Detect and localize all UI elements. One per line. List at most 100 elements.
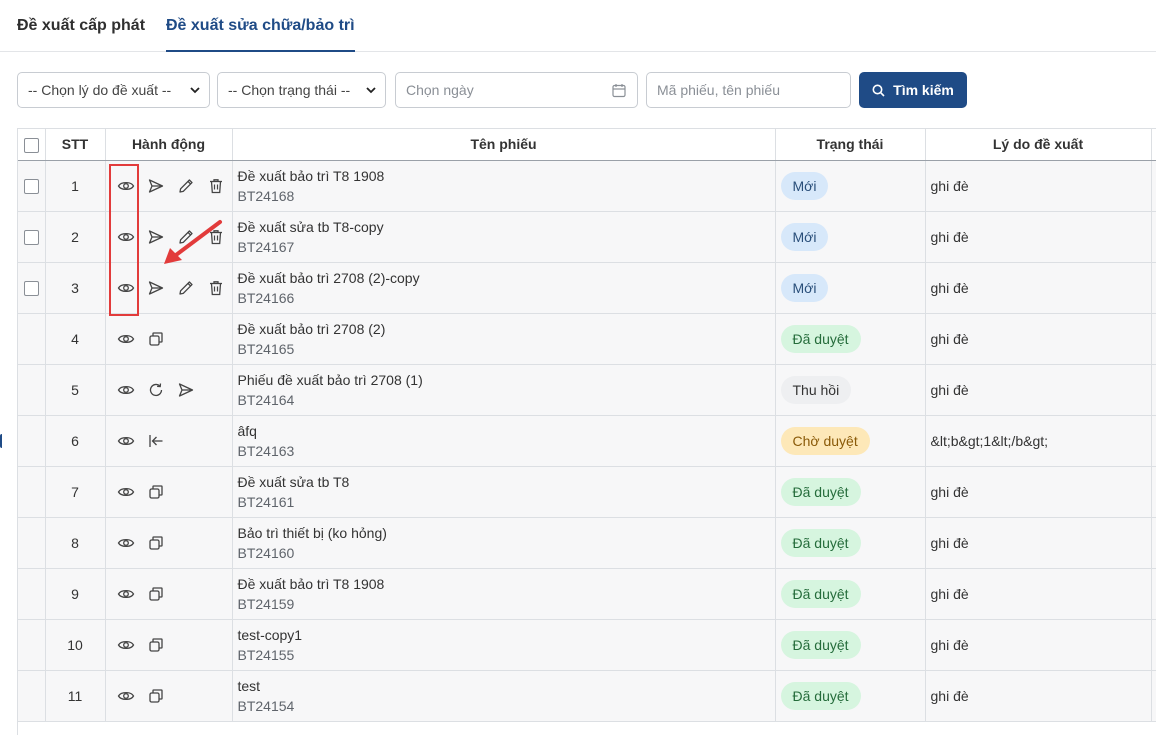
copy-icon[interactable] [147, 585, 165, 603]
header-extra [1151, 129, 1156, 161]
date-picker[interactable]: Chọn ngày [395, 72, 638, 108]
calendar-icon [612, 84, 626, 98]
table-row[interactable]: 1 Đề xuất bảo trì T8 1908 BT24168 Mới ghi đè [18, 160, 1156, 212]
status-badge: Chờ duyệt [780, 426, 870, 455]
select-all-header [18, 129, 46, 161]
eye-icon[interactable] [117, 228, 135, 246]
row-actions [105, 364, 233, 416]
eye-icon[interactable] [117, 636, 135, 654]
row-stt: 3 [45, 262, 106, 314]
table-row[interactable]: 10 test-copy1 BT24155 Đã duyệt ghi đè [18, 619, 1156, 671]
row-code: BT24166 [237, 289, 295, 306]
eye-icon[interactable] [117, 279, 135, 297]
search-button[interactable]: Tìm kiếm [859, 72, 967, 108]
row-name-cell[interactable]: Đề xuất bảo trì T8 1908 BT24159 [232, 568, 776, 620]
search-input[interactable]: Mã phiếu, tên phiếu [646, 72, 851, 108]
row-checkbox[interactable] [23, 280, 39, 296]
row-name: âfq [237, 422, 257, 439]
row-reason: &lt;b&gt;1&lt;/b&gt; [925, 415, 1152, 467]
row-name-cell[interactable]: Bảo trì thiết bị (ko hỏng) BT24160 [232, 517, 776, 569]
copy-icon[interactable] [147, 483, 165, 501]
row-checkbox-cell [18, 466, 46, 518]
edit-icon[interactable] [177, 177, 195, 195]
table-row[interactable]: 6 âfq BT24163 Chờ duyệt &lt;b&gt;1&lt;/b&gt; [18, 415, 1156, 467]
select-all-checkbox[interactable] [23, 137, 39, 153]
send-icon[interactable] [147, 228, 165, 246]
row-name: test [237, 677, 261, 694]
table-row[interactable]: 4 Đề xuất bảo trì 2708 (2) BT24165 Đã duyệt… [18, 313, 1156, 365]
row-name: Đề xuất bảo trì T8 1908 [237, 167, 385, 184]
row-checkbox-cell [18, 670, 46, 722]
eye-icon[interactable] [117, 330, 135, 348]
eye-icon[interactable] [117, 177, 135, 195]
row-name-cell[interactable]: Đề xuất sửa tb T8 BT24161 [232, 466, 776, 518]
table-row[interactable]: 5 Phiếu đề xuất bảo trì 2708 (1) BT24164 Th… [18, 364, 1156, 416]
row-code: BT24161 [237, 493, 295, 510]
copy-icon[interactable] [147, 687, 165, 705]
row-checkbox[interactable] [23, 178, 39, 194]
eye-icon[interactable] [117, 687, 135, 705]
row-name-cell[interactable]: Đề xuất bảo trì T8 1908 BT24168 [232, 160, 776, 212]
row-name-cell[interactable]: test-copy1 BT24155 [232, 619, 776, 671]
row-stt: 5 [45, 364, 106, 416]
table-row[interactable]: 2 Đề xuất sửa tb T8-copy BT24167 Mới ghi đè [18, 211, 1156, 263]
reason-select[interactable]: -- Chọn lý do đề xuất -- [17, 72, 210, 108]
table-row[interactable]: 7 Đề xuất sửa tb T8 BT24161 Đã duyệt ghi đè [18, 466, 1156, 518]
copy-icon[interactable] [147, 534, 165, 552]
row-reason: ghi đè [925, 670, 1152, 722]
row-status-cell: Đã duyệt [775, 568, 926, 620]
eye-icon[interactable] [117, 381, 135, 399]
table-header: STT Hành động Tên phiếu Trạng thái Lý do… [18, 129, 1156, 161]
row-stt: 1 [45, 160, 106, 212]
table-row[interactable]: 8 Bảo trì thiết bị (ko hỏng) BT24160 Đã duy… [18, 517, 1156, 569]
row-name: Đề xuất bảo trì 2708 (2) [237, 320, 386, 337]
row-stt: 4 [45, 313, 106, 365]
status-select[interactable]: -- Chọn trạng thái -- [217, 72, 386, 108]
copy-icon[interactable] [147, 330, 165, 348]
eye-icon[interactable] [117, 534, 135, 552]
row-name-cell[interactable]: test BT24154 [232, 670, 776, 722]
send-icon[interactable] [177, 381, 195, 399]
row-status-cell: Đã duyệt [775, 313, 926, 365]
edit-icon[interactable] [177, 228, 195, 246]
row-checkbox-cell [18, 517, 46, 569]
row-extra [1151, 262, 1156, 314]
row-name-cell[interactable]: Đề xuất bảo trì 2708 (2) BT24165 [232, 313, 776, 365]
row-name-cell[interactable]: Đề xuất sửa tb T8-copy BT24167 [232, 211, 776, 263]
reason-select-value: -- Chọn lý do đề xuất -- [28, 82, 172, 98]
send-icon[interactable] [147, 177, 165, 195]
tab-allocation-request[interactable]: Đề xuất cấp phát [17, 17, 145, 52]
header-name: Tên phiếu [232, 129, 776, 161]
row-status-cell: Đã duyệt [775, 517, 926, 569]
row-reason: ghi đè [925, 262, 1152, 314]
trash-icon[interactable] [207, 177, 225, 195]
send-icon[interactable] [147, 279, 165, 297]
edit-icon[interactable] [177, 279, 195, 297]
request-table: STT Hành động Tên phiếu Trạng thái Lý do… [17, 128, 1156, 735]
row-extra [1151, 517, 1156, 569]
row-code: BT24165 [237, 340, 295, 357]
eye-icon[interactable] [117, 432, 135, 450]
table-row[interactable]: 9 Đề xuất bảo trì T8 1908 BT24159 Đã duyệt g… [18, 568, 1156, 620]
search-icon [872, 84, 885, 97]
row-actions [105, 211, 233, 263]
trash-icon[interactable] [207, 228, 225, 246]
refresh-icon[interactable] [147, 381, 165, 399]
recall-icon[interactable] [147, 432, 165, 450]
table-row[interactable]: 3 Đề xuất bảo trì 2708 (2)-copy BT24166 Mới… [18, 262, 1156, 314]
row-name-cell[interactable]: Phiếu đề xuất bảo trì 2708 (1) BT24164 [232, 364, 776, 416]
eye-icon[interactable] [117, 585, 135, 603]
eye-icon[interactable] [117, 483, 135, 501]
copy-icon[interactable] [147, 636, 165, 654]
row-reason: ghi đè [925, 364, 1152, 416]
row-code: BT24160 [237, 544, 295, 561]
table-row[interactable]: 11 test BT24154 Đã duyệt ghi đè [18, 670, 1156, 722]
trash-icon[interactable] [207, 279, 225, 297]
row-status-cell: Đã duyệt [775, 670, 926, 722]
row-name-cell[interactable]: Đề xuất bảo trì 2708 (2)-copy BT24166 [232, 262, 776, 314]
tab-repair-maintenance-request[interactable]: Đề xuất sửa chữa/bảo trì [166, 17, 355, 52]
row-checkbox-cell [18, 415, 46, 467]
row-name: Đề xuất bảo trì T8 1908 [237, 575, 385, 592]
row-name-cell[interactable]: âfq BT24163 [232, 415, 776, 467]
row-checkbox[interactable] [23, 229, 39, 245]
